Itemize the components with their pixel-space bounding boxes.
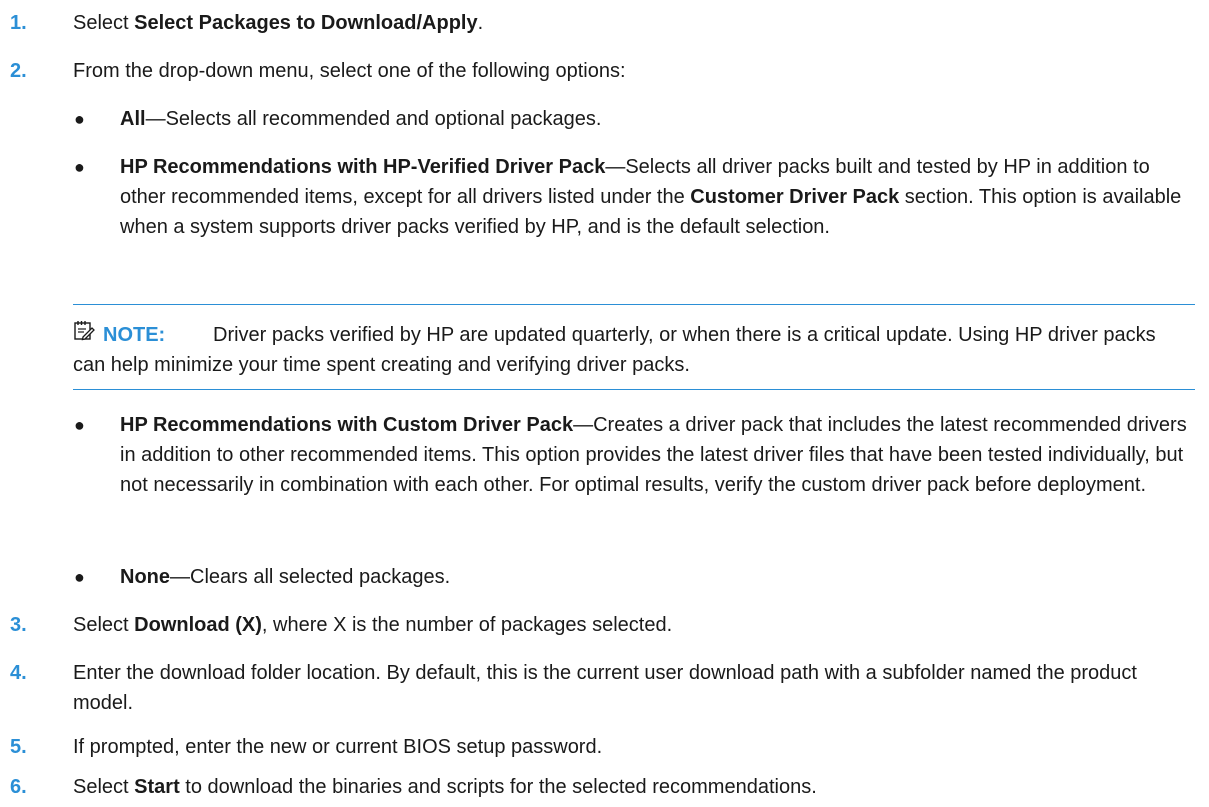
bullet-icon: ● [74,567,85,587]
option-text: All—Selects all recommended and optional… [120,104,1200,134]
step-text-pre: Select [73,12,135,34]
step-text: Select Select Packages to Download/Apply… [73,8,1193,38]
option-bold: HP Recommendations with Custom Driver Pa… [120,414,574,436]
step-text-post: to download the binaries and scripts for… [179,776,817,798]
note-bottom-rule [73,389,1195,390]
step-bold: Download (X) [134,614,262,636]
option-bold: HP Recommendations with HP-Verified Driv… [120,156,606,178]
bullet-icon: ● [74,415,85,435]
document-page: 1. Select Select Packages to Download/Ap… [0,0,1209,807]
step-bold: Select Packages to Download/Apply [134,12,478,34]
option-text: HP Recommendations with Custom Driver Pa… [120,410,1200,500]
option-hp-verified-driver-pack: ● HP Recommendations with HP-Verified Dr… [74,152,1200,242]
option-none: ● None—Clears all selected packages. [74,562,1200,592]
note-text: Driver packs verified by HP are updated … [73,324,1156,376]
step-number: 4. [10,662,27,684]
note-box: NOTE: Driver packs verified by HP are up… [73,304,1195,390]
step-text-post: . [477,12,484,34]
bullet-icon: ● [74,157,85,177]
step-text: If prompted, enter the new or current BI… [73,736,603,758]
step-number: 6. [10,776,27,798]
step-text: Enter the download folder location. By d… [73,662,1137,714]
note-top-rule [73,304,1195,305]
option-bold: All [120,108,146,130]
option-custom-driver-pack: ● HP Recommendations with Custom Driver … [74,410,1200,500]
note-body: NOTE: Driver packs verified by HP are up… [73,320,1195,382]
step-text: Select Download (X), where X is the numb… [73,610,1193,640]
step-text-pre: Select [73,614,135,636]
step-text: Select Start to download the binaries an… [73,772,1193,802]
step-text: From the drop-down menu, select one of t… [73,60,626,82]
step-number: 5. [10,736,27,758]
option-bold: None [120,566,170,588]
step-text-post: , where X is the number of packages sele… [261,614,673,636]
option-all: ● All—Selects all recommended and option… [74,104,1200,134]
step-text-pre: Select [73,776,135,798]
option-desc: —Clears all selected packages. [170,566,451,588]
option-desc: —Selects all recommended and optional pa… [145,108,602,130]
step-number: 1. [10,12,27,34]
option-text: HP Recommendations with HP-Verified Driv… [120,152,1200,242]
option-bold-2: Customer Driver Pack [690,186,900,208]
option-text: None—Clears all selected packages. [120,562,1200,592]
bullet-icon: ● [74,109,85,129]
step-number: 3. [10,614,27,636]
step-bold: Start [134,776,180,798]
step-number: 2. [10,60,27,82]
